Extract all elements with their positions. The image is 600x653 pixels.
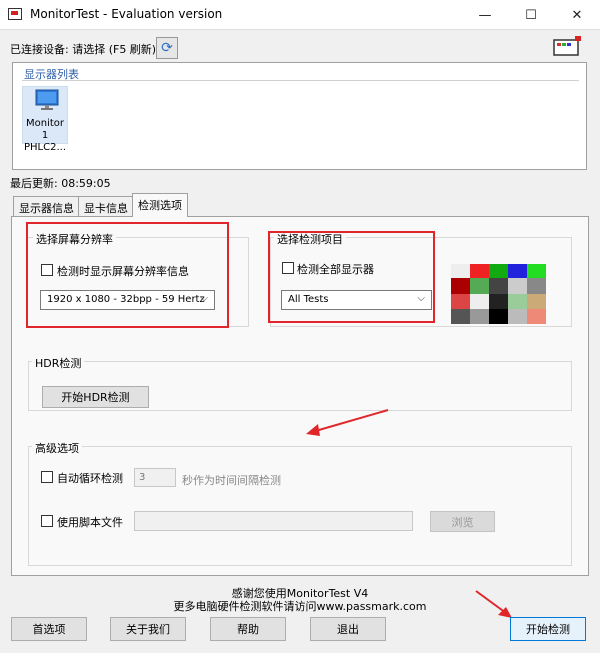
monitor-name-line1: Monitor 1 — [25, 118, 64, 141]
auto-loop-checkbox[interactable] — [41, 471, 53, 483]
monitor-name: Monitor 1 PHLC2... — [24, 118, 66, 154]
annotation-highlight-resolution — [26, 222, 229, 328]
hdr-group-title: HDR检测 — [32, 355, 85, 371]
maximize-button[interactable]: ☐ — [508, 0, 554, 30]
test-pattern-preview — [451, 264, 546, 324]
loop-interval-input[interactable]: 3 — [134, 468, 176, 487]
use-script-checkbox[interactable] — [41, 515, 53, 527]
monitor-test-logo-icon — [553, 36, 581, 56]
tab-test-options[interactable]: 检测选项 — [132, 193, 188, 217]
refresh-icon: ⟳ — [161, 40, 173, 56]
window-title: MonitorTest - Evaluation version — [30, 7, 223, 21]
use-script-label: 使用脚本文件 — [57, 516, 123, 529]
preferences-button[interactable]: 首选项 — [11, 617, 87, 641]
about-button[interactable]: 关于我们 — [110, 617, 186, 641]
close-button[interactable]: ✕ — [554, 0, 600, 30]
last-update-label: 最后更新: 08:59:05 — [10, 177, 111, 190]
tab-monitor-info[interactable]: 显示器信息 — [13, 196, 80, 216]
monitor-list-box — [12, 62, 587, 170]
annotation-arrow-left — [306, 409, 389, 436]
start-test-button[interactable]: 开始检测 — [510, 617, 586, 641]
auto-loop-label: 自动循环检测 — [57, 472, 123, 485]
annotation-highlight-test-items — [268, 231, 435, 323]
advanced-group-box — [28, 446, 572, 566]
advanced-group-title: 高级选项 — [32, 440, 82, 456]
monitor-icon — [35, 89, 59, 110]
loop-interval-suffix: 秒作为时间间隔检测 — [182, 474, 281, 487]
monitor-name-line2: PHLC2... — [24, 142, 67, 153]
script-file-input[interactable] — [134, 511, 413, 531]
exit-button[interactable]: 退出 — [310, 617, 386, 641]
minimize-button[interactable]: — — [462, 0, 508, 30]
browse-button[interactable]: 浏览 — [430, 511, 495, 532]
start-hdr-test-button[interactable]: 开始HDR检测 — [42, 386, 149, 408]
tab-gpu-info[interactable]: 显卡信息 — [78, 196, 134, 216]
connected-device-label: 已连接设备: 请选择 (F5 刷新) — [10, 43, 157, 56]
help-button[interactable]: 帮助 — [210, 617, 286, 641]
monitor-list-divider — [22, 80, 579, 81]
app-icon — [8, 8, 22, 20]
refresh-button[interactable]: ⟳ — [156, 37, 178, 59]
